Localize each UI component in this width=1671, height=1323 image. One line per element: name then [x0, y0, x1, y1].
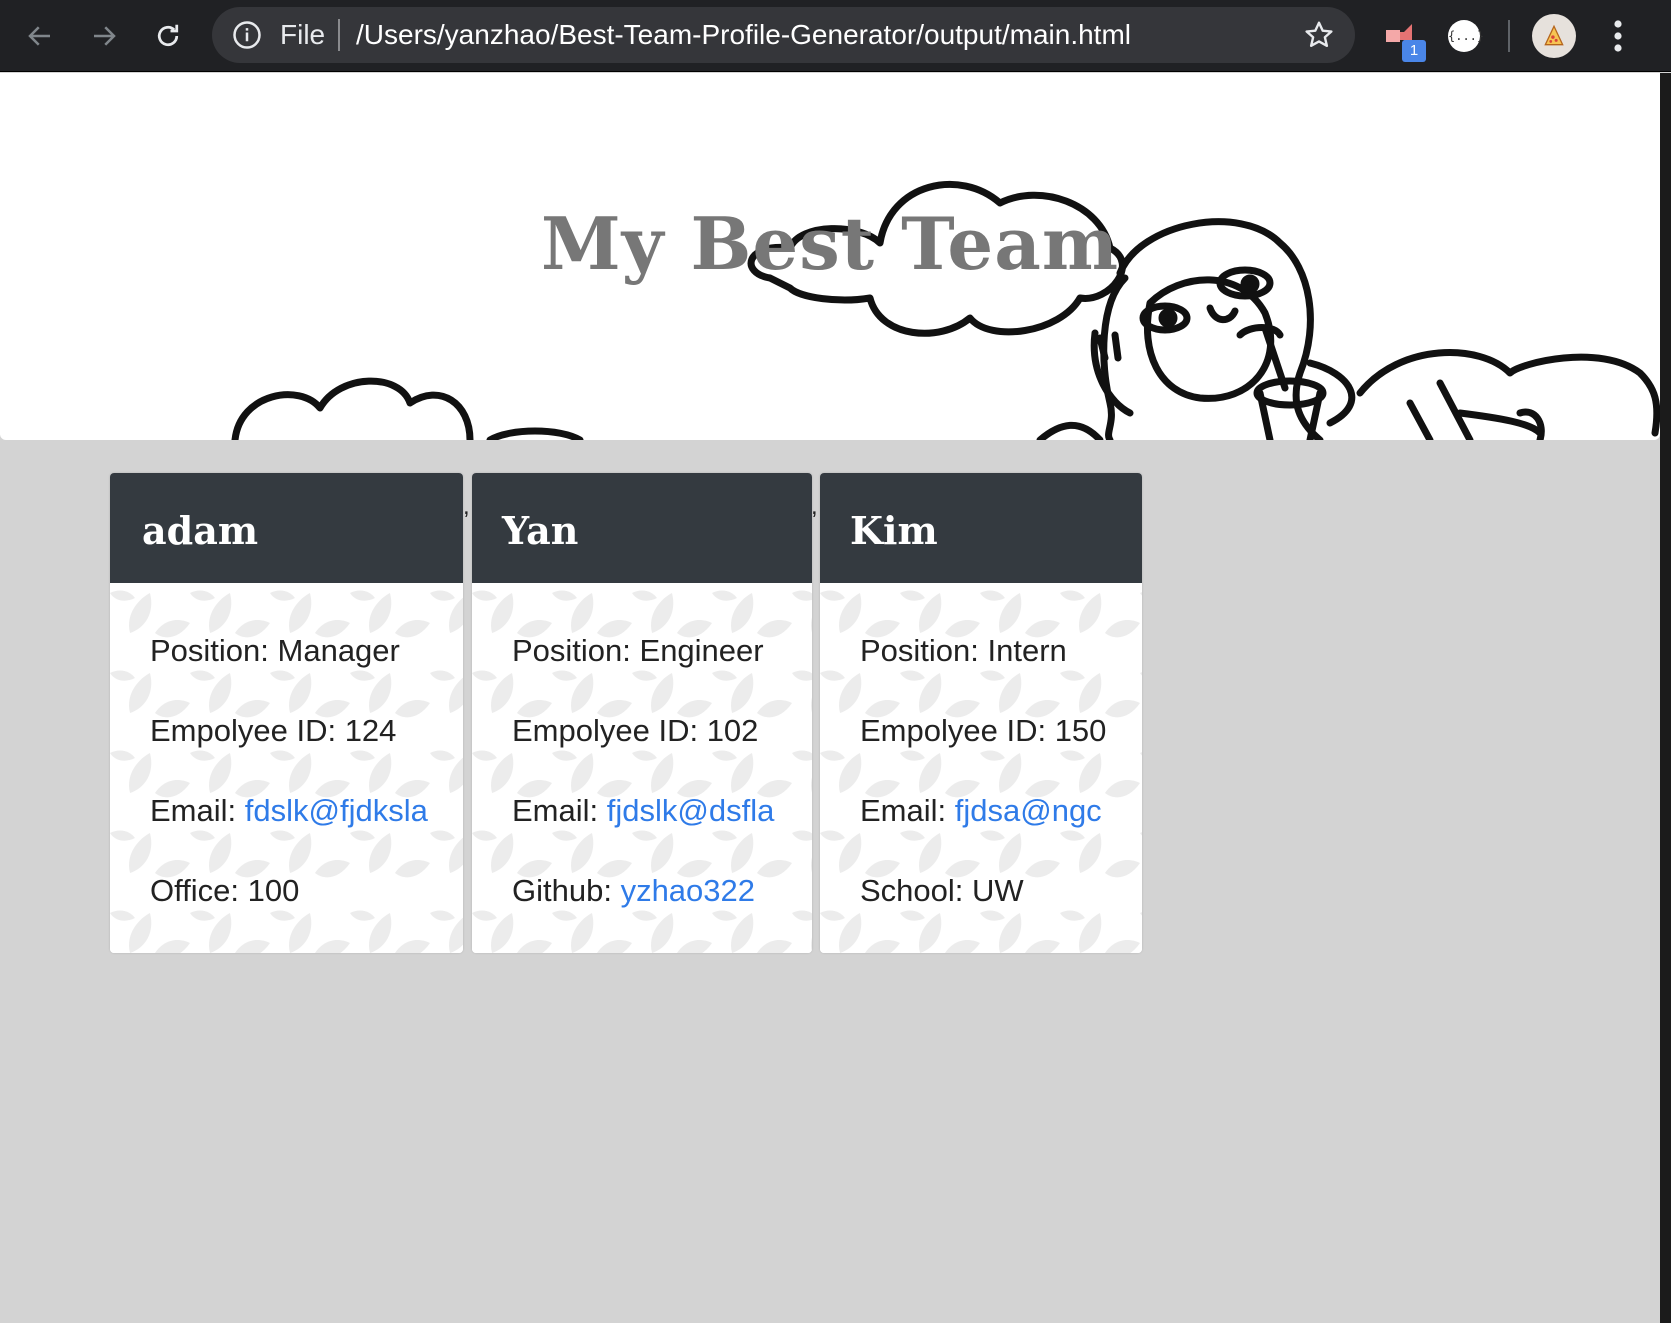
github-link[interactable]: yzhao322 [621, 873, 755, 908]
browser-toolbar: File /Users/yanzhao/Best-Team-Profile-Ge… [0, 0, 1671, 72]
reload-icon [157, 24, 179, 47]
employee-id-text: Empolyee ID: 124 [150, 713, 397, 748]
address-bar[interactable]: File /Users/yanzhao/Best-Team-Profile-Ge… [212, 7, 1355, 63]
office-text: Office: 100 [150, 873, 300, 908]
extension-badge: 1 [1402, 40, 1426, 62]
employee-card: Kim Position: Intern Empolyee ID: 150 Em… [820, 473, 1142, 953]
email-label: Email: [150, 793, 245, 828]
info-icon[interactable] [232, 20, 262, 50]
pizza-icon [1544, 24, 1564, 46]
separator-text: , [463, 493, 470, 520]
page-content: My Best Team , , adam Position: Manager … [0, 73, 1660, 1323]
employee-card: adam Position: Manager Empolyee ID: 124 … [110, 473, 463, 953]
reload-button[interactable] [146, 14, 190, 58]
page-scrollbar[interactable] [1660, 73, 1671, 1323]
github-row: Github: yzhao322 [512, 873, 755, 909]
forward-button[interactable] [82, 14, 126, 58]
more-menu-icon[interactable] [1604, 18, 1632, 54]
scheme-label: File [280, 19, 326, 50]
email-link[interactable]: fjdsa@ngc [955, 793, 1102, 828]
email-link[interactable]: fjdslk@dsfla [607, 793, 775, 828]
position-text: Position: Engineer [512, 633, 764, 668]
separator-text: , [811, 493, 818, 520]
employee-details: Position: Engineer Empolyee ID: 102 Emai… [472, 583, 812, 953]
omnibox-divider [338, 19, 340, 51]
employee-details: Position: Intern Empolyee ID: 150 Email:… [820, 583, 1142, 953]
school-text: School: UW [860, 873, 1024, 908]
employee-id-text: Empolyee ID: 102 [512, 713, 759, 748]
forward-arrow-icon [94, 26, 116, 46]
email-row: Email: fdslk@fjdksla [150, 793, 428, 829]
profile-avatar[interactable] [1532, 14, 1576, 58]
back-button[interactable] [18, 14, 62, 58]
email-label: Email: [860, 793, 955, 828]
employee-name: Yan [472, 473, 812, 583]
toolbar-divider [1508, 20, 1510, 52]
json-extension-icon[interactable]: {...} [1448, 20, 1484, 52]
position-text: Position: Manager [150, 633, 400, 668]
employee-id-text: Empolyee ID: 150 [860, 713, 1107, 748]
employee-details: Position: Manager Empolyee ID: 124 Email… [110, 583, 463, 953]
email-row: Email: fjdsa@ngc [860, 793, 1102, 829]
position-text: Position: Intern [860, 633, 1067, 668]
email-row: Email: fjdslk@dsfla [512, 793, 774, 829]
email-label: Email: [512, 793, 607, 828]
page-title: My Best Team [540, 201, 1120, 286]
back-arrow-icon [28, 26, 50, 46]
employee-name: Kim [820, 473, 1142, 583]
url-text[interactable]: /Users/yanzhao/Best-Team-Profile-Generat… [356, 19, 1131, 51]
header-banner: My Best Team [0, 73, 1660, 440]
github-label: Github: [512, 873, 621, 908]
employee-card: Yan Position: Engineer Empolyee ID: 102 … [472, 473, 812, 953]
employee-name: adam [110, 473, 463, 583]
email-link[interactable]: fdslk@fjdksla [245, 793, 428, 828]
bookmark-star-icon[interactable] [1303, 19, 1335, 51]
